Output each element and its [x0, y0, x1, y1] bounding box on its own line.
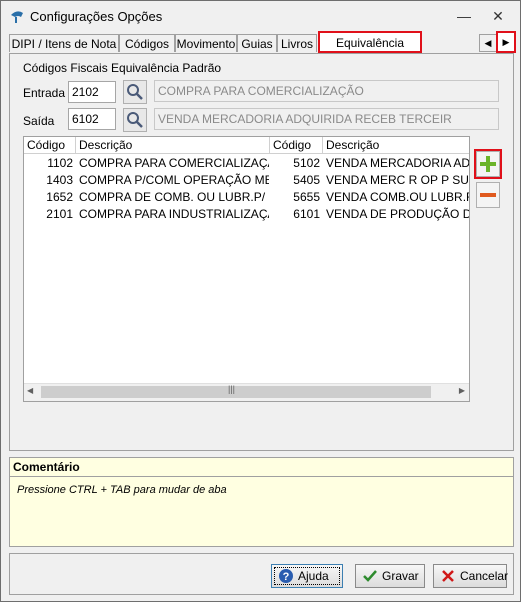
cell-codigo-entrada: 1102 [47, 156, 73, 170]
table-row[interactable]: 1652 COMPRA DE COMB. OU LUBR.P/ CON 5655… [24, 189, 469, 206]
add-button[interactable] [474, 149, 502, 179]
checkmark-icon [363, 570, 377, 582]
grid-header: Código Descrição Código Descrição [24, 137, 469, 154]
scroll-grip: ||| [228, 384, 236, 394]
cell-codigo-entrada: 1652 [46, 190, 73, 204]
cell-descricao-entrada: COMPRA DE COMB. OU LUBR.P/ CON [79, 190, 269, 204]
entrada-label: Entrada [23, 86, 66, 100]
footer-bar: ? Ajuda Gravar Cancelar [9, 553, 514, 595]
minimize-button[interactable]: — [453, 7, 475, 25]
cell-descricao-saida: VENDA COMB.OU LUBR.RECE [326, 190, 469, 204]
tab-movimento[interactable]: Movimento [175, 34, 237, 52]
cell-codigo-saida: 5102 [293, 156, 320, 170]
cell-descricao-entrada: COMPRA PARA INDUSTRIALIZAÇÃO [79, 207, 269, 221]
window-title: Configurações Opções [30, 9, 163, 24]
table-row[interactable]: 1102 COMPRA PARA COMERCIALIZAÇÃO 5102 VE… [24, 155, 469, 172]
save-label: Gravar [382, 569, 419, 583]
cancel-button[interactable]: Cancelar [433, 564, 509, 588]
save-button[interactable]: Gravar [355, 564, 425, 588]
scroll-thumb[interactable]: ||| [41, 384, 431, 398]
comment-text: Pressione CTRL + TAB para mudar de aba [17, 484, 227, 496]
tab-strip: DIPI / Itens de Nota Códigos Movimento G… [9, 31, 516, 72]
section-title: Códigos Fiscais Equivalência Padrão [23, 61, 222, 75]
saida-description: VENDA MERCADORIA ADQUIRIDA RECEB TERCEIR [154, 108, 499, 130]
horizontal-scrollbar[interactable]: ◀ ||| ▶ [24, 383, 469, 401]
help-icon: ? [279, 569, 293, 583]
table-row[interactable]: 2101 COMPRA PARA INDUSTRIALIZAÇÃO 6101 V… [24, 206, 469, 223]
app-icon [11, 11, 23, 23]
cfop-panel: Códigos Fiscais Equivalência Padrão Entr… [9, 53, 514, 451]
entrada-description: COMPRA PARA COMERCIALIZAÇÃO [154, 80, 499, 102]
scroll-left-arrow[interactable]: ◀ [27, 386, 33, 395]
entrada-code-input[interactable]: 2102 [68, 81, 116, 103]
tab-equivalencia-cfop[interactable]: Equivalência CFOP [318, 31, 422, 72]
cell-codigo-saida: 6101 [293, 207, 320, 221]
tab-scroll-left[interactable]: ◀ [479, 34, 497, 52]
magnifier-icon [127, 112, 143, 128]
entrada-search-button[interactable] [123, 80, 147, 104]
col-descricao-saida[interactable]: Descrição [323, 137, 469, 153]
minus-icon [480, 193, 496, 197]
comment-divider [10, 476, 513, 477]
cell-codigo-entrada: 2101 [46, 207, 73, 221]
cell-descricao-saida: VENDA MERCADORIA ADQUI [326, 156, 469, 170]
col-codigo-entrada[interactable]: Código [24, 137, 76, 153]
scroll-right-arrow[interactable]: ▶ [459, 386, 465, 395]
cfop-grid[interactable]: Código Descrição Código Descrição 1102 C… [23, 136, 470, 402]
col-codigo-saida[interactable]: Código [270, 137, 323, 153]
cell-descricao-saida: VENDA DE PRODUÇÃO DO E [326, 207, 469, 221]
svg-text:?: ? [283, 571, 290, 583]
magnifier-icon [127, 84, 143, 100]
cell-descricao-saida: VENDA MERC R OP P SUJ REC [326, 173, 469, 187]
saida-code-input[interactable]: 6102 [68, 108, 116, 130]
tab-dipi-itens[interactable]: DIPI / Itens de Nota [9, 34, 119, 52]
tab-livros[interactable]: Livros [277, 34, 317, 52]
cell-codigo-entrada: 1403 [46, 173, 73, 187]
comment-box: Comentário Pressione CTRL + TAB para mud… [9, 457, 514, 547]
tab-scroll-right[interactable]: ▶ [496, 31, 516, 53]
help-label: Ajuda [298, 569, 329, 583]
plus-icon [480, 156, 496, 172]
table-row[interactable]: 1403 COMPRA P/COML OPERAÇÃO MERC S 5405 … [24, 172, 469, 189]
cancel-label: Cancelar [460, 569, 509, 583]
close-button[interactable]: ✕ [487, 7, 509, 25]
cell-descricao-entrada: COMPRA PARA COMERCIALIZAÇÃO [79, 156, 269, 170]
cell-codigo-saida: 5655 [293, 190, 320, 204]
comment-title: Comentário [13, 460, 80, 474]
cancel-x-icon [442, 570, 454, 582]
col-descricao-entrada[interactable]: Descrição [76, 137, 270, 153]
saida-search-button[interactable] [123, 108, 147, 132]
saida-label: Saída [23, 114, 55, 128]
cell-descricao-entrada: COMPRA P/COML OPERAÇÃO MERC S [79, 173, 269, 187]
tab-guias[interactable]: Guias [237, 34, 277, 52]
title-bar: Configurações Opções — ✕ [1, 1, 520, 31]
cell-codigo-saida: 5405 [293, 173, 320, 187]
remove-button[interactable] [476, 182, 500, 208]
tab-codigos[interactable]: Códigos [119, 34, 175, 52]
options-window: Configurações Opções — ✕ DIPI / Itens de… [0, 0, 521, 602]
help-button[interactable]: ? Ajuda [271, 564, 343, 588]
